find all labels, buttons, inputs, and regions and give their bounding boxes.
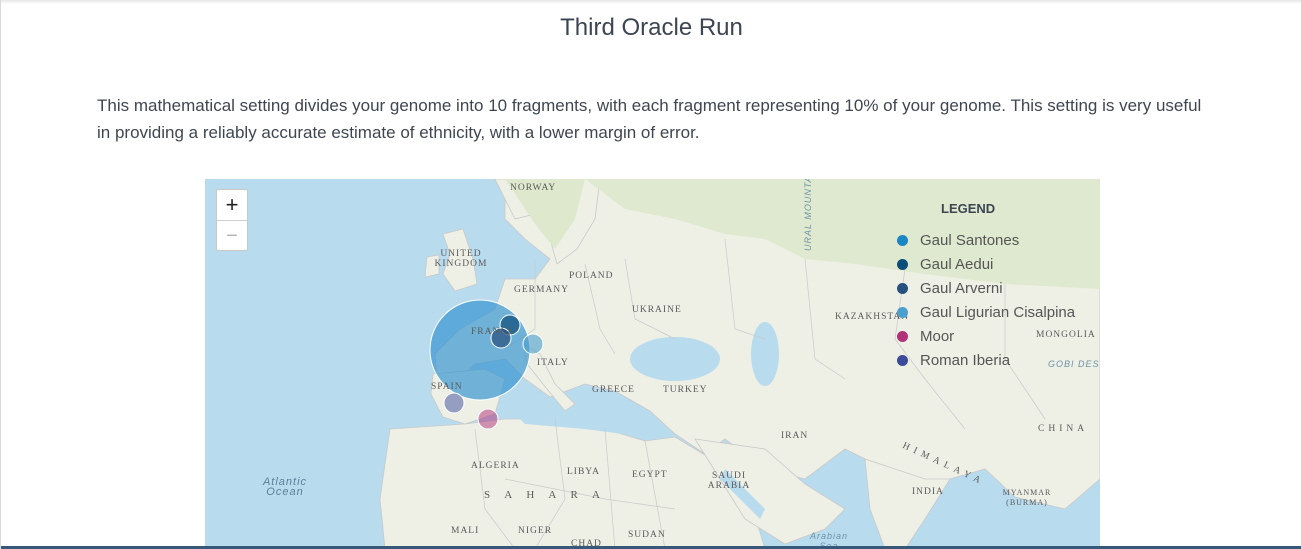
- zoom-out-button[interactable]: −: [217, 220, 247, 250]
- label-spain: SPAIN: [431, 382, 463, 392]
- label-france: FRANCE: [471, 327, 515, 337]
- label-sahara: S A H A R A: [484, 489, 606, 501]
- legend-dot-icon: [897, 282, 908, 294]
- label-ural: URAL MOUNTAINS: [803, 179, 813, 251]
- legend-item-label: Gaul Aedui: [920, 255, 994, 273]
- legend-item-label: Roman Iberia: [920, 351, 1011, 369]
- ancestry-map[interactable]: NORWAY UNITED KINGDOM POLAND GERMANY UKR…: [205, 179, 1100, 549]
- circle-moor: [477, 408, 499, 430]
- legend-dot-icon: [897, 354, 908, 366]
- label-egypt: EGYPT: [632, 470, 668, 480]
- legend-dot-icon: [897, 330, 908, 342]
- label-italy: ITALY: [537, 358, 569, 368]
- zoom-control: + −: [216, 189, 248, 251]
- label-algeria: ALGERIA: [471, 461, 520, 471]
- legend-dot-icon: [897, 258, 908, 270]
- label-sudan: SUDAN: [628, 530, 666, 540]
- label-india: INDIA: [912, 487, 944, 497]
- label-china: CHINA: [1038, 424, 1089, 434]
- label-uk: UNITED KINGDOM: [434, 249, 488, 269]
- legend-item: Roman Iberia: [897, 348, 1075, 372]
- label-mali: MALI: [451, 526, 480, 536]
- legend-item: Gaul Aedui: [897, 252, 1075, 276]
- label-saudi: SAUDI ARABIA: [707, 471, 751, 491]
- label-myanmar: MYANMAR (BURMA): [1002, 488, 1052, 507]
- circle-roman-iberia: [443, 392, 465, 414]
- legend-item: Moor: [897, 324, 1075, 348]
- legend-item-label: Gaul Ligurian Cisalpina: [920, 303, 1076, 321]
- legend-item-label: Moor: [920, 327, 955, 345]
- label-turkey: TURKEY: [663, 385, 708, 395]
- legend-item: Gaul Ligurian Cisalpina: [897, 300, 1075, 324]
- zoom-in-button[interactable]: +: [217, 190, 247, 220]
- legend-dot-icon: [897, 234, 908, 246]
- page-description: This mathematical setting divides your g…: [97, 96, 1202, 142]
- legend-item: Gaul Arverni: [897, 276, 1075, 300]
- legend-title: LEGEND: [941, 201, 996, 216]
- circle-gaul-ligurian-cisalpina: [522, 333, 544, 355]
- label-atlantic: Atlantic Ocean: [262, 476, 308, 498]
- top-shadow: [1, 0, 1301, 4]
- legend-dot-icon: [897, 306, 908, 318]
- label-poland: POLAND: [569, 271, 614, 281]
- legend-item-label: Gaul Santones: [920, 231, 1020, 249]
- page-title: Third Oracle Run: [560, 14, 743, 41]
- label-germany: GERMANY: [514, 285, 570, 295]
- label-libya: LIBYA: [567, 467, 600, 477]
- legend-item: Gaul Santones: [897, 228, 1075, 252]
- label-niger: NIGER: [518, 526, 553, 536]
- map-legend: LEGEND Gaul Santones Gaul Aedui Gaul Arver…: [897, 201, 1075, 372]
- label-norway: NORWAY: [510, 183, 557, 193]
- legend-item-label: Gaul Arverni: [920, 279, 1003, 297]
- label-iran: IRAN: [781, 431, 809, 441]
- label-ukraine: UKRAINE: [632, 305, 682, 315]
- label-greece: GREECE: [592, 385, 635, 395]
